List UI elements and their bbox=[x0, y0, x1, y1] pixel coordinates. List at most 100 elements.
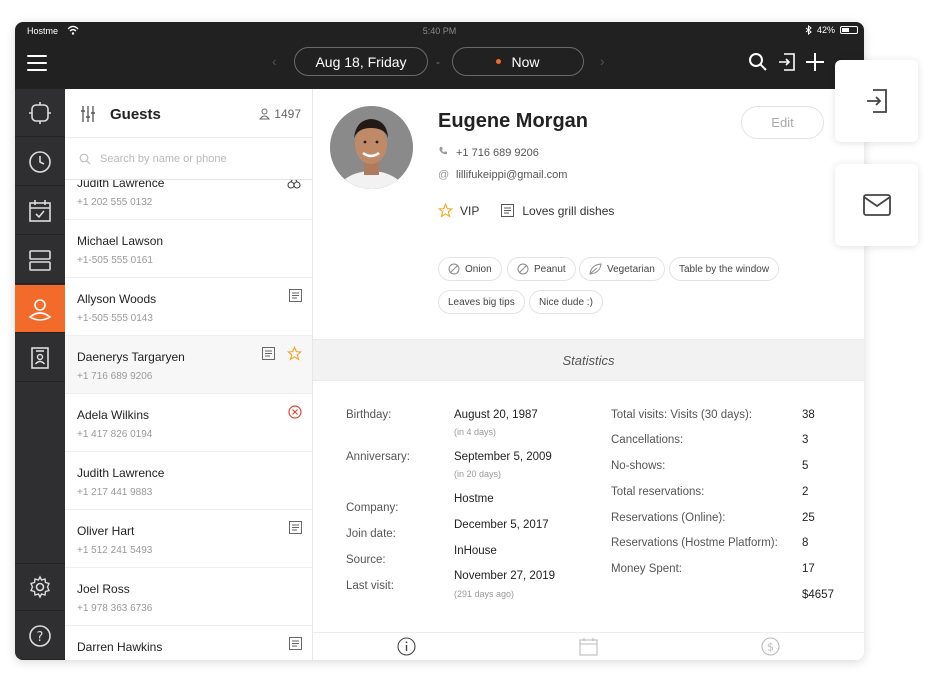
guest-count: 1497 bbox=[259, 107, 301, 121]
guest-row[interactable]: Judith Lawrence +1 202 555 0132 bbox=[65, 180, 312, 220]
source-label: Source: bbox=[346, 554, 386, 566]
guest-name: Adela Wilkins bbox=[77, 408, 150, 422]
anniversary-countdown: (in 20 days) bbox=[454, 469, 502, 479]
menu-icon[interactable] bbox=[27, 55, 47, 71]
tag-onion[interactable]: Onion bbox=[438, 257, 502, 281]
guest-name: Daenerys Targaryen bbox=[77, 350, 185, 364]
guest-row[interactable]: Michael Lawson +1-505 555 0161 bbox=[65, 220, 312, 278]
date-picker-button[interactable]: Aug 18, Friday bbox=[294, 47, 428, 76]
filter-sliders-icon[interactable] bbox=[80, 105, 96, 123]
guest-note: Loves grill dishes bbox=[522, 203, 615, 218]
guest-name: Judith Lawrence bbox=[77, 466, 165, 480]
company-label: Company: bbox=[346, 502, 399, 514]
guest-row[interactable]: Adela Wilkins +1 417 826 0194 bbox=[65, 394, 312, 452]
guests-header: Guests 1497 bbox=[65, 89, 312, 138]
guest-row[interactable]: Allyson Woods +1-505 555 0143 bbox=[65, 278, 312, 336]
last-visit-label: Last visit: bbox=[346, 580, 394, 592]
guest-phone: +1 202 555 0132 bbox=[77, 197, 153, 208]
edit-button[interactable]: Edit bbox=[741, 106, 824, 139]
import-card-button[interactable] bbox=[835, 60, 918, 142]
guest-phone: +1-505 555 0161 bbox=[77, 255, 153, 266]
email-row[interactable]: @ lillifukeippi@gmail.com bbox=[438, 169, 567, 181]
stat-value-reservations-platform: 8 bbox=[802, 537, 809, 549]
company-value: Hostme bbox=[454, 493, 494, 505]
search-placeholder: Search by name or phone bbox=[100, 153, 227, 165]
vip-line: VIP Loves grill dishes bbox=[438, 203, 614, 218]
guest-phone: +1 978 363 6736 bbox=[77, 603, 153, 614]
calendar-check-icon bbox=[29, 199, 51, 222]
tag-table-window[interactable]: Table by the window bbox=[669, 257, 780, 281]
import-icon[interactable] bbox=[777, 52, 797, 72]
sidebar-item-settings[interactable] bbox=[15, 563, 65, 611]
top-toolbar: ‹ Aug 18, Friday - Now › bbox=[15, 40, 864, 89]
guests-title: Guests bbox=[110, 106, 161, 123]
guest-list: Judith Lawrence +1 202 555 0132 Michael … bbox=[65, 180, 312, 660]
note-icon bbox=[289, 637, 302, 650]
tag-label: Peanut bbox=[534, 263, 566, 275]
stat-label-total-visits: Total visits: Visits (30 days): bbox=[611, 409, 753, 421]
next-day-icon[interactable]: › bbox=[600, 53, 605, 69]
guest-row[interactable]: Judith Lawrence +1 217 441 9883 bbox=[65, 452, 312, 510]
statistics-header: Statistics bbox=[313, 339, 864, 381]
guests-panel: Guests 1497 Search by name or phone Judi… bbox=[65, 89, 313, 660]
now-button[interactable]: Now bbox=[452, 47, 584, 76]
stat-value-no-shows: 5 bbox=[802, 460, 809, 472]
guest-row[interactable]: Oliver Hart +1 512 241 5493 bbox=[65, 510, 312, 568]
guest-row[interactable]: Darren Hawkins bbox=[65, 626, 312, 660]
info-icon[interactable] bbox=[397, 637, 416, 656]
email-card-button[interactable] bbox=[835, 164, 918, 246]
sidebar-item-tables[interactable] bbox=[15, 236, 65, 284]
leaf-icon bbox=[589, 263, 602, 275]
guest-row-selected[interactable]: Daenerys Targaryen +1 716 689 9206 bbox=[65, 336, 312, 394]
tag-peanut[interactable]: Peanut bbox=[507, 257, 576, 281]
last-visit-value: November 27, 2019 bbox=[454, 570, 556, 582]
stat-value-money-total: $4657 bbox=[802, 589, 834, 601]
calendar-icon[interactable] bbox=[579, 637, 598, 656]
stat-value-total-visits: 38 bbox=[802, 409, 815, 421]
sidebar-item-guests[interactable] bbox=[15, 285, 65, 333]
person-icon bbox=[259, 108, 271, 120]
at-sign-icon: @ bbox=[438, 169, 450, 181]
contacts-book-icon bbox=[31, 346, 49, 369]
avatar bbox=[330, 106, 413, 189]
stat-value-money-spent: 17 bbox=[802, 563, 815, 575]
guest-name: Joel Ross bbox=[77, 582, 130, 596]
stat-label-reservations-platform: Reservations (Hostme Platform): bbox=[611, 537, 778, 549]
svg-text:?: ? bbox=[37, 630, 44, 645]
layout-icon bbox=[29, 249, 51, 271]
prev-day-icon[interactable]: ‹ bbox=[272, 53, 277, 69]
stat-label-money-spent: Money Spent: bbox=[611, 563, 682, 575]
sidebar-item-floor[interactable] bbox=[15, 89, 65, 137]
stat-label-total-reservations: Total reservations: bbox=[611, 486, 705, 498]
stat-value-total-reservations: 2 bbox=[802, 486, 809, 498]
no-icon bbox=[448, 263, 460, 275]
dollar-icon[interactable]: $ bbox=[761, 637, 780, 656]
guest-phone: +1-505 555 0143 bbox=[77, 313, 153, 324]
tag-label: Onion bbox=[465, 263, 492, 275]
guest-row[interactable]: Joel Ross +1 978 363 6736 bbox=[65, 568, 312, 626]
clock-label: 5:40 PM bbox=[422, 26, 457, 36]
guest-phone: +1 512 241 5493 bbox=[77, 545, 153, 556]
source-value: InHouse bbox=[454, 545, 497, 557]
sidebar-item-help[interactable]: ? bbox=[15, 612, 65, 660]
sidebar-item-reservations[interactable] bbox=[15, 187, 65, 235]
sidebar-item-waitlist[interactable] bbox=[15, 138, 65, 186]
vip-label: VIP bbox=[460, 203, 480, 218]
tag-vegetarian[interactable]: Vegetarian bbox=[579, 257, 665, 281]
phone-row[interactable]: +1 716 689 9206 bbox=[438, 146, 539, 159]
search-icon[interactable] bbox=[748, 52, 768, 72]
guest-search-input[interactable]: Search by name or phone bbox=[65, 138, 312, 180]
blocked-icon bbox=[288, 405, 302, 419]
tag-nice-dude[interactable]: Nice dude :) bbox=[529, 290, 603, 314]
profile-tabs: $ bbox=[313, 632, 864, 660]
battery-percent: 42% bbox=[816, 25, 835, 35]
no-icon bbox=[517, 263, 529, 275]
birthday-label: Birthday: bbox=[346, 409, 392, 421]
anniversary-value: September 5, 2009 bbox=[454, 451, 552, 463]
tag-label: Table by the window bbox=[679, 263, 770, 275]
sidebar-item-contacts[interactable] bbox=[15, 334, 65, 382]
envelope-icon bbox=[862, 194, 891, 216]
add-icon[interactable] bbox=[805, 52, 825, 72]
guest-name: Darren Hawkins bbox=[77, 640, 163, 654]
tag-big-tips[interactable]: Leaves big tips bbox=[438, 290, 525, 314]
